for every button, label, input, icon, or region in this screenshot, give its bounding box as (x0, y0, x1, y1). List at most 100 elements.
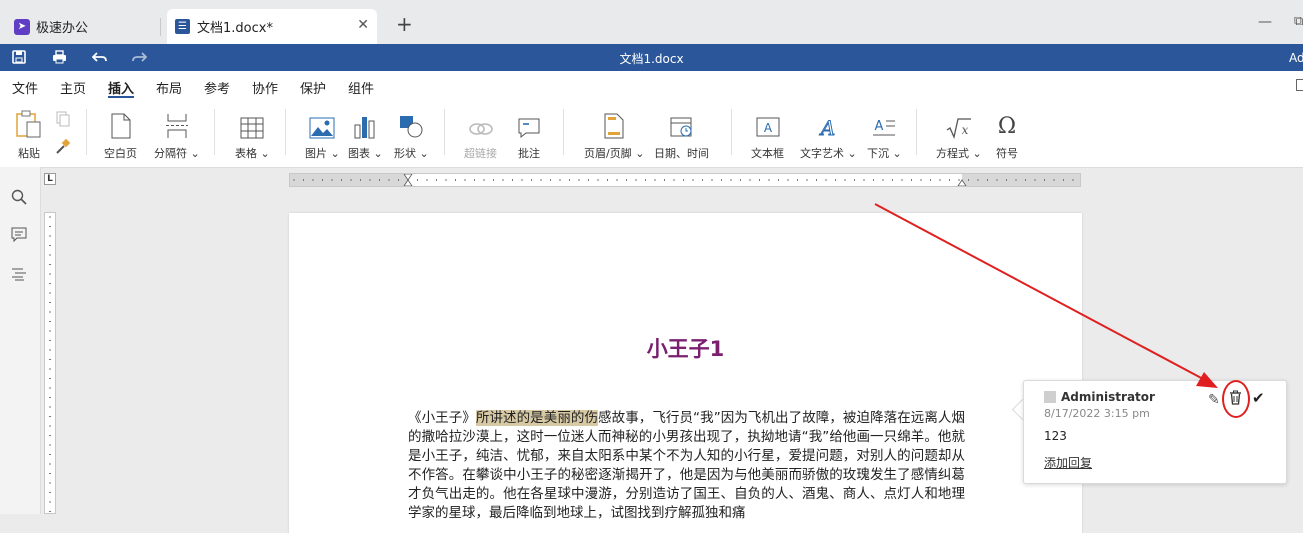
comment-text: 123 (1044, 429, 1067, 443)
menu-protect[interactable]: 保护 (300, 78, 326, 97)
print-icon[interactable] (52, 50, 67, 68)
paragraph-text-rest: 感故事，飞行员“我”因为飞机出了故障，被迫降落在远离人烟的撒哈拉沙漠上，这时一位… (408, 410, 966, 521)
text-art-button[interactable]: A 文字艺术 ⌄ (800, 111, 857, 161)
menu-collaboration[interactable]: 协作 (252, 78, 278, 97)
drop-cap-icon: A (872, 111, 896, 139)
table-label: 表格 ⌄ (235, 147, 270, 160)
paste-label: 粘贴 (18, 147, 40, 160)
page-break-icon (165, 111, 189, 139)
image-label: 图片 ⌄ (305, 147, 340, 160)
save-icon[interactable] (12, 50, 26, 68)
date-time-button[interactable]: 日期、时间 (654, 111, 709, 161)
annotation-circle (1222, 380, 1250, 418)
vertical-ruler-ticks (49, 216, 51, 512)
tab-home[interactable]: ➤ 极速办公 (0, 9, 160, 44)
clipboard-icon (15, 110, 43, 139)
svg-text:A: A (819, 117, 835, 139)
tab-divider (160, 18, 161, 36)
calendar-icon (670, 111, 694, 139)
blank-page-button[interactable]: 空白页 (104, 111, 137, 161)
chart-button[interactable]: 图表 ⌄ (348, 111, 383, 161)
document-title: 文档1.docx (619, 52, 684, 66)
tab-stop-selector[interactable]: L (44, 173, 56, 185)
page-break-button[interactable]: 分隔符 ⌄ (154, 111, 200, 161)
navigation-icon[interactable] (11, 266, 29, 284)
active-menu-indicator (108, 96, 134, 98)
document-icon: ☰ (175, 19, 190, 34)
title-bar: 文档1.docx Ad (0, 44, 1303, 71)
menu-references[interactable]: 参考 (204, 78, 230, 97)
search-icon[interactable] (11, 189, 29, 207)
ribbon-divider (214, 109, 215, 155)
ribbon-divider (86, 109, 87, 155)
tab-document-label: 文档1.docx* (197, 21, 273, 36)
header-footer-button[interactable]: 页眉/页脚 ⌄ (584, 111, 644, 161)
panel-toggle-icon[interactable] (1296, 79, 1303, 91)
copy-icon[interactable] (55, 111, 71, 130)
edit-icon[interactable]: ✎ (1208, 392, 1220, 408)
comment-button[interactable]: 批注 (517, 111, 541, 161)
shape-button[interactable]: 形状 ⌄ (394, 111, 429, 161)
omega-icon: Ω (997, 114, 1017, 139)
header-footer-icon (604, 111, 624, 139)
comment-author: Administrator (1061, 390, 1155, 404)
hyperlink-button[interactable]: 超链接 (464, 111, 497, 161)
drop-cap-label: 下沉 ⌄ (867, 147, 902, 160)
square-root-icon: x (946, 111, 972, 139)
new-tab-button[interactable]: + (396, 12, 413, 36)
horizontal-ruler[interactable] (289, 173, 1081, 187)
menu-home[interactable]: 主页 (60, 78, 86, 97)
format-painter-icon[interactable] (55, 138, 71, 158)
undo-icon[interactable] (91, 50, 107, 68)
tab-home-label: 极速办公 (36, 21, 89, 36)
table-button[interactable]: 表格 ⌄ (235, 111, 270, 161)
rocket-icon: ➤ (14, 18, 30, 35)
hyperlink-label: 超链接 (464, 147, 497, 160)
header-footer-label: 页眉/页脚 ⌄ (584, 147, 645, 160)
symbol-label: 符号 (996, 147, 1018, 160)
vertical-ruler[interactable] (44, 212, 56, 514)
drop-cap-button[interactable]: A 下沉 ⌄ (867, 111, 902, 161)
ruler-ticks (293, 174, 1074, 186)
commented-text-highlight[interactable]: 所讲述的是美丽的伤 (475, 410, 599, 426)
textbox-button[interactable]: A 文本框 (751, 111, 784, 161)
tab-document[interactable]: ☰ 文档1.docx* ✕ (167, 9, 377, 44)
user-name[interactable]: Ad (1289, 51, 1303, 65)
shape-label: 形状 ⌄ (394, 147, 429, 160)
add-reply-link[interactable]: 添加回复 (1044, 454, 1092, 471)
comment-icon (517, 111, 541, 139)
redo-icon[interactable] (132, 50, 148, 68)
shape-icon (398, 111, 424, 139)
blank-page-icon (111, 111, 131, 139)
left-sidebar (0, 167, 41, 514)
page-break-label: 分隔符 ⌄ (154, 147, 200, 160)
chart-label: 图表 ⌄ (348, 147, 383, 160)
menu-insert[interactable]: 插入 (108, 78, 134, 97)
menu-layout[interactable]: 布局 (156, 78, 182, 97)
symbol-button[interactable]: Ω 符号 (996, 111, 1018, 161)
equation-label: 方程式 ⌄ (936, 147, 982, 160)
image-button[interactable]: 图片 ⌄ (305, 111, 340, 161)
comment-date: 8/17/2022 3:15 pm (1044, 407, 1150, 420)
document-paragraph[interactable]: 《小王子》所讲述的是美丽的伤感故事，飞行员“我”因为飞机出了故障，被迫降落在远离… (408, 409, 965, 523)
document-heading[interactable]: 小王子1 (289, 333, 1082, 363)
document-page[interactable]: 小王子1 《小王子》所讲述的是美丽的伤感故事，飞行员“我”因为飞机出了故障，被迫… (289, 213, 1082, 533)
menu-file[interactable]: 文件 (12, 78, 38, 97)
resolve-check-icon[interactable]: ✔ (1252, 389, 1265, 407)
image-icon (309, 111, 335, 139)
restore-icon[interactable]: ⧉ (1294, 14, 1303, 29)
minimize-icon[interactable]: — (1258, 14, 1272, 30)
ribbon-divider (444, 109, 445, 155)
ribbon-divider (285, 109, 286, 155)
equation-button[interactable]: x 方程式 ⌄ (936, 111, 982, 161)
comment-label: 批注 (518, 147, 540, 160)
ribbon-divider (916, 109, 917, 155)
paste-button[interactable]: 粘贴 (15, 110, 43, 161)
ribbon-divider (563, 109, 564, 155)
menu-plugins[interactable]: 组件 (348, 78, 374, 97)
text-art-icon: A (816, 111, 840, 139)
blank-page-label: 空白页 (104, 147, 137, 160)
close-tab-icon[interactable]: ✕ (357, 17, 369, 33)
comments-panel-icon[interactable] (11, 227, 29, 245)
table-icon (240, 111, 264, 139)
